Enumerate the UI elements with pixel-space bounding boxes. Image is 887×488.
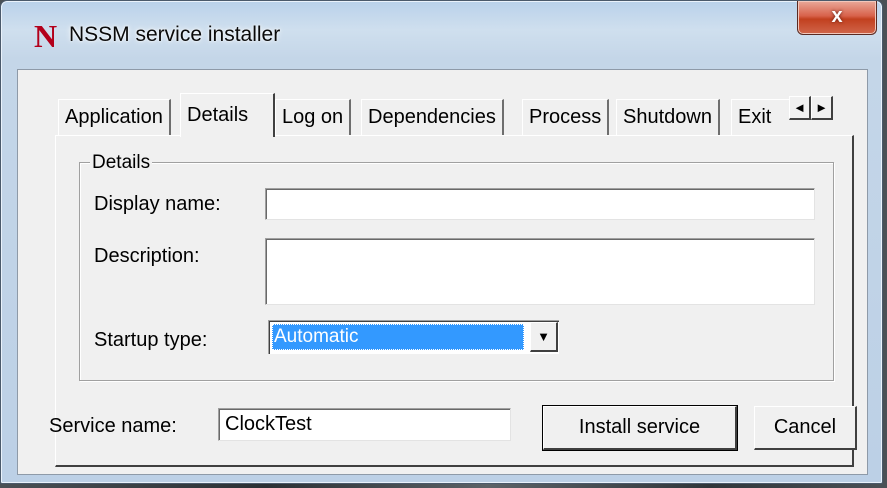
tab-label: Shutdown [623, 106, 712, 128]
startup-type-dropdown-button[interactable]: ▼ [530, 322, 558, 352]
close-button[interactable]: x [797, 1, 877, 35]
install-service-label: Install service [578, 416, 701, 438]
arrow-left-icon: ◄ [793, 100, 806, 115]
tab-scroll-right-button[interactable]: ► [811, 96, 833, 120]
cancel-button[interactable]: Cancel [754, 406, 857, 450]
cancel-label: Cancel [773, 416, 837, 438]
details-group-title: Details [90, 152, 153, 174]
service-name-label: Service name: [49, 415, 177, 437]
tab-label: Application [65, 106, 163, 128]
tab-log-on[interactable]: Log on [275, 99, 352, 135]
tab-details[interactable]: Details [180, 93, 275, 137]
window-title: NSSM service installer [69, 23, 281, 46]
tab-process[interactable]: Process [522, 99, 610, 135]
nssm-installer-window: N NSSM service installer x Application D… [0, 0, 883, 484]
service-name-input[interactable] [218, 408, 511, 441]
tab-label: Exit [738, 106, 772, 128]
tab-label: Dependencies [368, 106, 496, 128]
title-bar[interactable]: N NSSM service installer x [1, 1, 884, 69]
description-label: Description: [94, 245, 200, 267]
display-name-label: Display name: [94, 193, 221, 215]
display-name-input[interactable] [265, 188, 815, 220]
dialog-client-area: Application Details Log on Dependencies … [17, 69, 868, 475]
install-service-button[interactable]: Install service [542, 405, 738, 451]
tab-label: Details [187, 104, 249, 126]
nssm-app-icon: N [34, 18, 58, 54]
close-icon: x [831, 5, 843, 27]
tab-dependencies[interactable]: Dependencies [361, 99, 504, 135]
tab-label: Process [529, 106, 602, 128]
chevron-down-icon: ▼ [537, 329, 550, 344]
tab-scroll-left-button[interactable]: ◄ [789, 96, 811, 120]
tab-label: Log on [282, 106, 344, 128]
startup-type-label: Startup type: [94, 329, 208, 351]
tab-exit[interactable]: Exit [731, 99, 789, 135]
tab-application[interactable]: Application [58, 99, 171, 135]
arrow-right-icon: ► [815, 100, 828, 115]
startup-type-selected-value: Automatic [272, 324, 524, 350]
startup-type-select[interactable]: Automatic ▼ [268, 320, 559, 354]
tab-shutdown[interactable]: Shutdown [616, 99, 720, 135]
description-input[interactable] [265, 238, 815, 305]
